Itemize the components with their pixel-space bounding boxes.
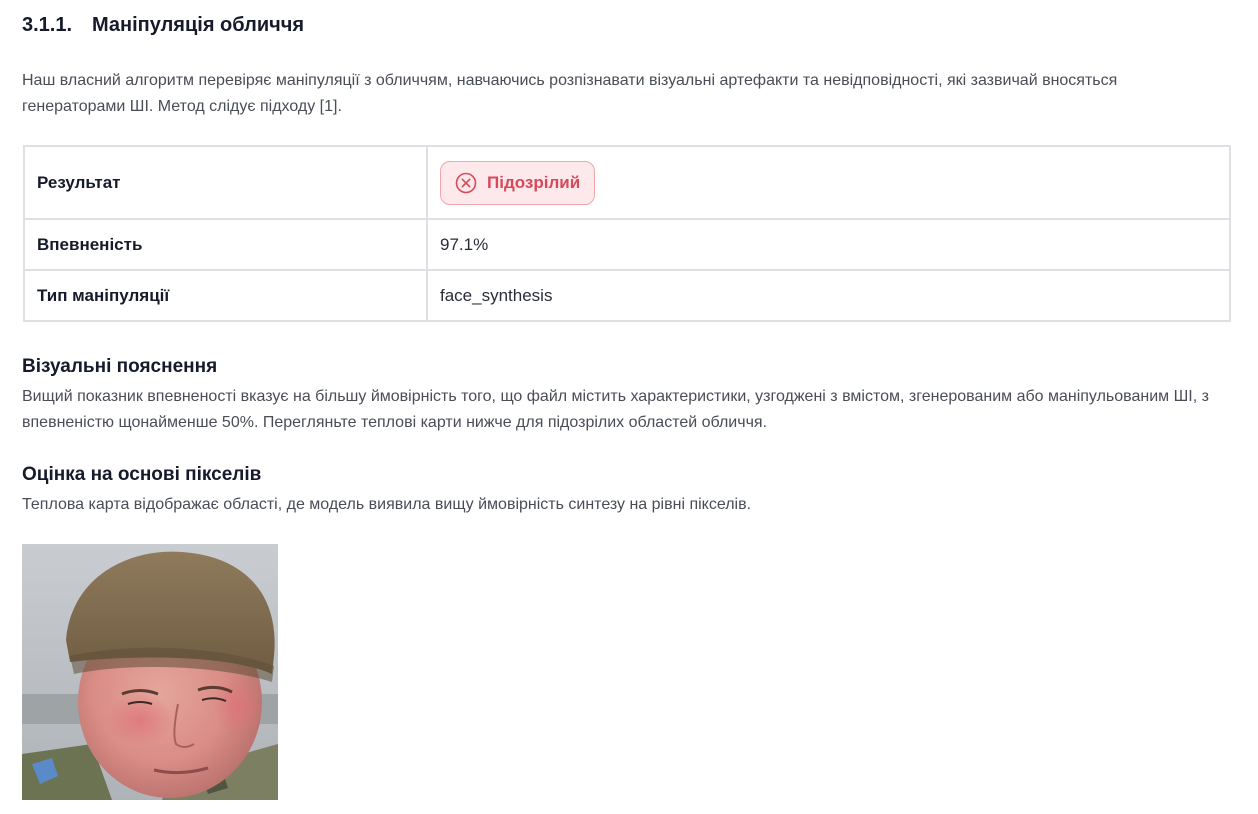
- table-row: Тип маніпуляції face_synthesis: [23, 269, 1231, 322]
- table-row: Впевненість 97.1%: [23, 218, 1231, 271]
- section-intro: Наш власний алгоритм перевіряє маніпуляц…: [22, 72, 1118, 115]
- manipulation-type-value: face_synthesis: [426, 269, 1231, 322]
- confidence-value: 97.1%: [426, 218, 1231, 271]
- close-circle-icon: [455, 172, 477, 193]
- result-label: Результат: [23, 145, 428, 220]
- section-number: 3.1.1.: [22, 14, 73, 36]
- section-title: Маніпуляція обличчя: [92, 14, 305, 36]
- status-badge-label: Підозрілий: [487, 172, 581, 192]
- face-heatmap-image: [22, 544, 278, 800]
- table-row: Результат Підозрілий: [23, 145, 1231, 220]
- pixel-assessment-text: Теплова карта відображає області, де мод…: [22, 496, 752, 513]
- results-table: Результат Підозрілий Впевненість 97.1% Т…: [23, 145, 1231, 322]
- visual-explanations-heading: Візуальні пояснення: [22, 356, 218, 377]
- section-heading: 3.1.1. Маніпуляція обличчя: [22, 14, 304, 37]
- confidence-label: Впевненість: [23, 218, 428, 271]
- manipulation-type-label: Тип маніпуляції: [23, 269, 428, 322]
- visual-explanations-text: Вищий показник впевненості вказує на біл…: [22, 388, 1209, 431]
- pixel-assessment-heading: Оцінка на основі пікселів: [22, 464, 262, 485]
- result-value-cell: Підозрілий: [426, 145, 1231, 220]
- status-badge: Підозрілий: [440, 160, 596, 205]
